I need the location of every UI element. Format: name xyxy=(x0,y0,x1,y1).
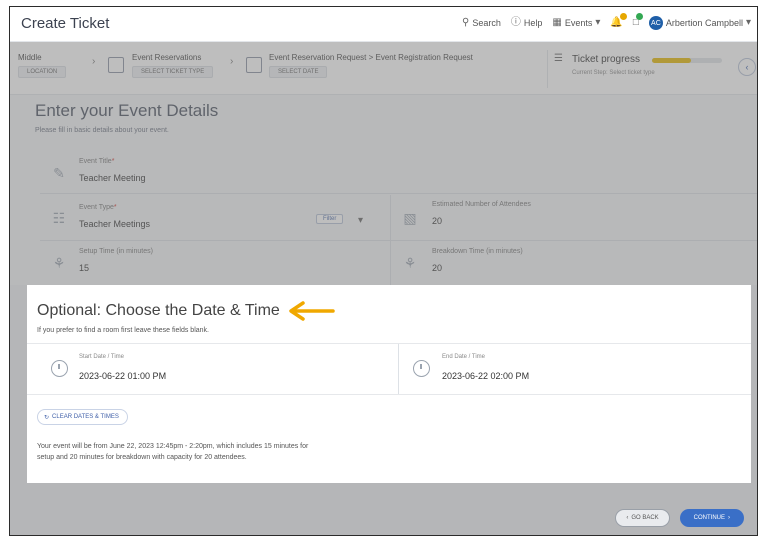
pointer-arrow-icon xyxy=(289,301,335,321)
events-label: Events xyxy=(564,18,593,28)
avatar: AC xyxy=(648,16,663,30)
end-date-value: 2023-06-22 02:00 PM xyxy=(442,371,530,381)
notifications-button[interactable]: 🔔 xyxy=(610,13,627,28)
message-dot xyxy=(635,13,643,20)
top-nav: ⚲ Search ⓘ Help ▦ Events ▾ 🔔 □ AC Arbert… xyxy=(462,13,751,30)
search-icon: ⚲ xyxy=(462,17,470,28)
summary-line: setup and 20 minutes for breakdown with … xyxy=(37,454,247,461)
go-back-button[interactable]: ‹ GO BACK xyxy=(615,509,670,527)
overlay-dim xyxy=(751,285,757,483)
footer-actions: ‹ GO BACK CONTINUE › xyxy=(615,509,744,527)
start-date-label: Start Date / Time xyxy=(79,354,125,360)
date-time-subtitle: If you prefer to find a room first leave… xyxy=(37,327,209,334)
clear-label: CLEAR DATES & TIMES xyxy=(52,414,119,420)
overlay-dim xyxy=(10,285,27,483)
events-menu[interactable]: ▦ Events ▾ xyxy=(552,17,601,29)
continue-button[interactable]: CONTINUE › xyxy=(679,509,744,527)
help-label: Help xyxy=(523,18,543,28)
user-menu[interactable]: AC Arbertion Campbell ▾ xyxy=(648,16,751,30)
chevron-down-icon: ▾ xyxy=(745,17,751,28)
chevron-left-icon: ‹ xyxy=(626,515,629,521)
search-label: Search xyxy=(472,18,501,28)
end-date-label: End Date / Time xyxy=(442,354,486,360)
start-date-value: 2023-06-22 01:00 PM xyxy=(79,371,167,381)
search-link[interactable]: ⚲ Search xyxy=(462,17,501,29)
page-title: Create Ticket xyxy=(21,15,110,32)
clear-dates-button[interactable]: ↻ CLEAR DATES & TIMES xyxy=(37,409,128,425)
go-back-label: GO BACK xyxy=(631,515,659,521)
help-icon: ⓘ xyxy=(510,17,521,28)
end-date-field[interactable]: End Date / Time 2023-06-22 02:00 PM xyxy=(442,352,732,388)
date-time-panel: Optional: Choose the Date & Time If you … xyxy=(27,285,751,483)
notification-dot xyxy=(619,13,627,20)
help-link[interactable]: ⓘ Help xyxy=(510,17,543,29)
date-time-row: Start Date / Time 2023-06-22 01:00 PM En… xyxy=(27,343,751,395)
messages-button[interactable]: □ xyxy=(633,13,643,28)
app-window: Create Ticket ⚲ Search ⓘ Help ▦ Events ▾… xyxy=(9,6,758,536)
overlay-dim xyxy=(10,42,757,285)
event-summary: Your event will be from June 22, 2023 12… xyxy=(37,441,417,463)
continue-label: CONTINUE xyxy=(693,515,725,521)
user-name: Arbertion Campbell xyxy=(665,18,743,28)
clear-icon: ↻ xyxy=(44,414,50,421)
summary-line: Your event will be from June 22, 2023 12… xyxy=(37,443,309,450)
chevron-right-icon: › xyxy=(728,515,730,521)
start-date-field[interactable]: Start Date / Time 2023-06-22 01:00 PM xyxy=(79,352,379,388)
clock-icon xyxy=(413,360,430,377)
date-time-title: Optional: Choose the Date & Time xyxy=(37,302,280,319)
top-bar: Create Ticket ⚲ Search ⓘ Help ▦ Events ▾… xyxy=(10,7,757,42)
clock-icon xyxy=(51,360,68,377)
chevron-down-icon: ▾ xyxy=(595,17,601,28)
grid-icon: ▦ xyxy=(552,17,562,28)
